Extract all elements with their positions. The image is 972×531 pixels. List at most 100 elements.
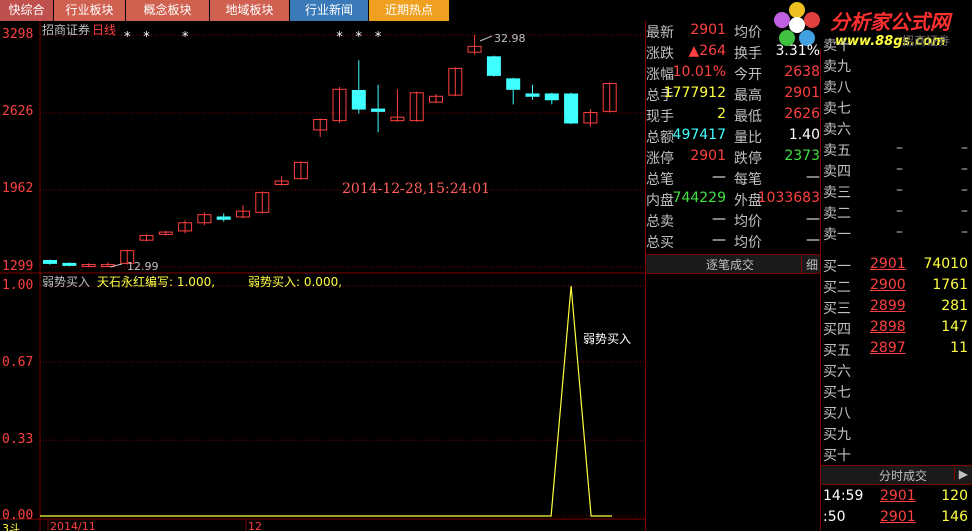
bid-row[interactable]: 买八 bbox=[822, 403, 972, 424]
indicator-title[interactable]: 弱势买入 bbox=[42, 273, 90, 290]
ask-row[interactable]: 卖十 bbox=[822, 35, 972, 56]
signal-star-mark: * bbox=[375, 30, 382, 45]
bid-row[interactable]: 买九 bbox=[822, 424, 972, 445]
quote-value: 3.31% bbox=[775, 43, 820, 59]
low-price-label: 12.99 bbox=[127, 260, 159, 273]
tick-volume: 146 bbox=[941, 509, 968, 525]
quote-label: 内盘 bbox=[646, 193, 674, 209]
quote-row: 总买 — 均价 — bbox=[646, 232, 820, 253]
order-volume: – bbox=[961, 140, 968, 156]
quote-value: 2638 bbox=[784, 64, 820, 80]
quote-label: 最新 bbox=[646, 25, 674, 41]
y-tick-label: 1299 bbox=[2, 259, 34, 274]
order-level-label: 买十 bbox=[823, 448, 851, 464]
quote-label: 量比 bbox=[734, 130, 762, 146]
order-level-label: 买九 bbox=[823, 427, 851, 443]
quote-value: 2373 bbox=[784, 148, 820, 164]
logo-title: 分析家公式网 bbox=[830, 10, 950, 34]
quote-value: — bbox=[806, 232, 820, 248]
quote-value: 497417 bbox=[672, 127, 726, 143]
quote-label: 换手 bbox=[734, 46, 762, 62]
quote-label: 涨停 bbox=[646, 151, 674, 167]
chart-period[interactable]: 日线 bbox=[92, 21, 116, 38]
bid-row[interactable]: 买六 bbox=[822, 361, 972, 382]
bid-row[interactable]: 买三 2899 281 bbox=[822, 298, 972, 319]
trade-detail-button[interactable]: 细 bbox=[800, 256, 818, 273]
date-tick-label: 2014/11 bbox=[50, 520, 96, 531]
tick-row: 14:59 2901 120 bbox=[822, 488, 972, 509]
tab-industry-sector[interactable]: 行业板块 bbox=[54, 0, 125, 21]
date-tick-label: 12 bbox=[248, 520, 262, 531]
quote-value: 744229 bbox=[672, 190, 726, 206]
order-price: – bbox=[896, 203, 903, 219]
ask-row[interactable]: 卖二 – – bbox=[822, 203, 972, 224]
order-price: 2899 bbox=[870, 298, 906, 314]
quote-value: 2901 bbox=[690, 22, 726, 38]
order-volume: – bbox=[961, 161, 968, 177]
bid-row[interactable]: 买七 bbox=[822, 382, 972, 403]
ask-row[interactable]: 卖四 – – bbox=[822, 161, 972, 182]
tick-time: 14:59 bbox=[823, 488, 864, 504]
quote-value: 2901 bbox=[784, 85, 820, 101]
candle-body bbox=[371, 108, 386, 112]
stock-name: 招商证券 bbox=[42, 23, 91, 37]
tab-concept-sector[interactable]: 概念板块 bbox=[126, 0, 209, 21]
order-price: 2897 bbox=[870, 340, 906, 356]
quote-label: 最低 bbox=[734, 109, 762, 125]
tick-price: 2901 bbox=[880, 488, 916, 504]
tick-header[interactable]: 分时成交 bbox=[879, 467, 927, 484]
ask-row[interactable]: 卖八 bbox=[822, 77, 972, 98]
tick-price: 2901 bbox=[880, 509, 916, 525]
quote-row: 涨停 2901 跌停 2373 bbox=[646, 148, 820, 169]
quote-row: 现手 2 最低 2626 bbox=[646, 106, 820, 127]
tab-region-sector[interactable]: 地域板块 bbox=[210, 0, 289, 21]
quote-label: 跌停 bbox=[734, 151, 762, 167]
order-level-label: 卖三 bbox=[823, 185, 851, 201]
order-price: – bbox=[896, 140, 903, 156]
ask-row[interactable]: 卖六 bbox=[822, 119, 972, 140]
order-level-label: 卖七 bbox=[823, 101, 851, 117]
ask-row[interactable]: 卖九 bbox=[822, 56, 972, 77]
order-volume: 147 bbox=[941, 319, 968, 335]
tab-recent-hotspots[interactable]: 近期热点 bbox=[369, 0, 449, 21]
trade-header[interactable]: 逐笔成交 bbox=[706, 256, 754, 273]
quote-value: ▲264 bbox=[688, 43, 727, 59]
order-level-label: 买三 bbox=[823, 301, 851, 317]
ask-row[interactable]: 卖三 – – bbox=[822, 182, 972, 203]
ask-row[interactable]: 卖七 bbox=[822, 98, 972, 119]
tick-header-bar[interactable]: 分时成交 ▶ bbox=[821, 465, 972, 485]
candle-body bbox=[544, 93, 559, 101]
quote-value: — bbox=[806, 169, 820, 185]
quote-label: 均价 bbox=[734, 214, 762, 230]
ask-row[interactable]: 卖五 – – bbox=[822, 140, 972, 161]
tab-quick-overview[interactable]: 快综合 bbox=[0, 0, 53, 21]
tab-industry-news[interactable]: 行业新闻 bbox=[290, 0, 368, 21]
quote-row: 总卖 — 均价 — bbox=[646, 211, 820, 232]
candle-body bbox=[62, 262, 77, 266]
bid-row[interactable]: 买十 bbox=[822, 445, 972, 466]
ask-row[interactable]: 卖一 – – bbox=[822, 224, 972, 245]
quote-label: 最高 bbox=[734, 88, 762, 104]
indicator-author: 天石永红编写: 1.000, bbox=[97, 275, 216, 289]
bid-row[interactable]: 买一 2901 74010 bbox=[822, 256, 972, 277]
quote-label: 现手 bbox=[646, 109, 674, 125]
bid-row[interactable]: 买四 2898 147 bbox=[822, 319, 972, 340]
trade-header-bar[interactable]: 逐笔成交 细 bbox=[646, 254, 820, 274]
y-tick-label: 1962 bbox=[2, 181, 34, 196]
chart-panel[interactable]: * * * * * * 招商证券 日线 3298 2626 1962 1299 2014-… bbox=[0, 21, 645, 531]
bid-row[interactable]: 买五 2897 11 bbox=[822, 340, 972, 361]
candle-body bbox=[351, 89, 366, 110]
bid-row[interactable]: 买二 2900 1761 bbox=[822, 277, 972, 298]
candle-body bbox=[43, 260, 57, 264]
quote-row: 涨幅 10.01% 今开 2638 bbox=[646, 64, 820, 85]
quote-label: 总额 bbox=[646, 130, 674, 146]
quote-label: 每笔 bbox=[734, 172, 762, 188]
high-marker-line bbox=[479, 35, 493, 42]
indicator-line bbox=[40, 285, 612, 517]
order-volume: 74010 bbox=[923, 256, 968, 272]
tick-scroll-icon[interactable]: ▶ bbox=[953, 467, 968, 481]
quote-value: 2626 bbox=[784, 106, 820, 122]
quote-label: 总买 bbox=[646, 235, 674, 251]
order-price: 2898 bbox=[870, 319, 906, 335]
quote-value: — bbox=[712, 211, 726, 227]
